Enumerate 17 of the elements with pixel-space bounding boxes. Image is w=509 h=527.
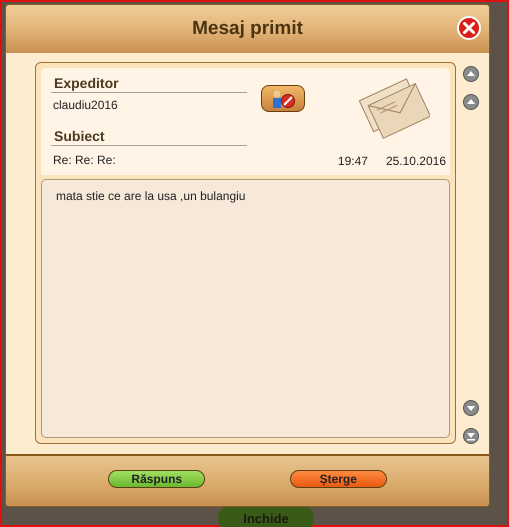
window-title: Mesaj primit	[192, 18, 303, 40]
close-button[interactable]	[457, 16, 481, 40]
reply-button[interactable]: Răspuns	[108, 470, 206, 488]
delete-button[interactable]: Șterge	[290, 470, 387, 488]
subject-text: Re: Re: Re:	[52, 152, 117, 167]
scroll-down-button[interactable]	[463, 400, 479, 416]
scroll-top-button[interactable]	[463, 66, 479, 82]
field-label: Expeditor	[51, 75, 247, 93]
message-text: mata stie ce are la usa ,un bulangiu	[41, 179, 450, 438]
date-text: 25.10.2016	[386, 154, 446, 168]
field-label: Subiect	[51, 128, 247, 146]
block-user-button[interactable]	[261, 85, 305, 112]
time-text: 19:47	[338, 154, 368, 168]
scroll-bottom-button[interactable]	[463, 428, 479, 444]
close-icon	[457, 16, 481, 40]
scroll-up-button[interactable]	[463, 94, 479, 110]
sender-name: claudiu2016	[52, 97, 119, 112]
